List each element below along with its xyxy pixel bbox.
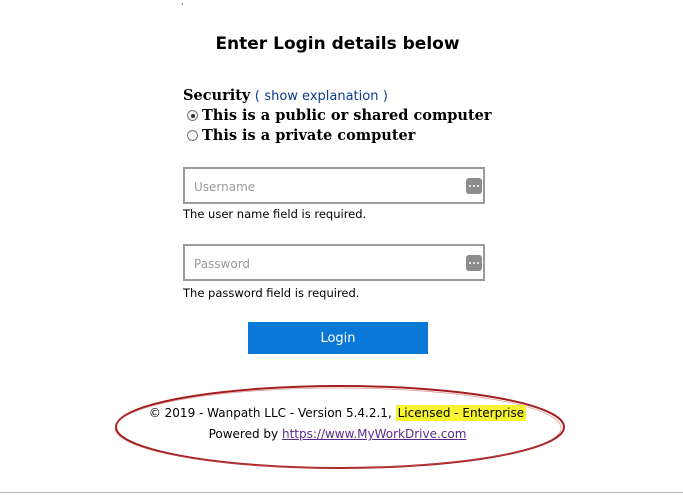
login-button[interactable]: Login (248, 322, 428, 354)
license-badge: Licensed - Enterprise (395, 405, 527, 421)
show-explanation-link[interactable]: show explanation (264, 89, 378, 104)
password-input[interactable] (194, 255, 454, 273)
radio-public-label: This is a public or shared computer (202, 107, 492, 124)
security-label: Security (183, 87, 251, 104)
radio-button-unchecked[interactable] (187, 130, 198, 141)
username-input[interactable] (194, 178, 454, 196)
username-error: The user name field is required. (183, 207, 367, 221)
copyright-text: © 2019 - Wanpath LLC - Version 5.4.2.1, (148, 406, 392, 420)
paren-open: ( (254, 89, 260, 104)
footer-copyright-line: © 2019 - Wanpath LLC - Version 5.4.2.1, … (0, 405, 675, 421)
powered-by-text: Powered by (208, 427, 279, 441)
password-error: The password field is required. (183, 286, 360, 300)
radio-button-checked[interactable] (187, 110, 198, 121)
myworkdrive-link[interactable]: https://www.MyWorkDrive.com (282, 427, 466, 441)
bottom-divider (0, 492, 683, 493)
security-section: Security ( show explanation ) (183, 87, 388, 104)
password-manager-icon[interactable] (466, 178, 482, 194)
footer-powered-line: Powered by https://www.MyWorkDrive.com (0, 427, 675, 441)
paren-close: ) (382, 89, 388, 104)
password-manager-icon[interactable] (466, 255, 482, 271)
radio-private-label: This is a private computer (202, 127, 416, 144)
radio-private-computer[interactable]: This is a private computer (187, 127, 415, 144)
page-title: Enter Login details below (215, 34, 460, 54)
username-field[interactable] (183, 167, 485, 204)
password-field[interactable] (183, 244, 485, 281)
login-page: , Enter Login details below Security ( s… (0, 0, 683, 495)
radio-public-computer[interactable]: This is a public or shared computer (187, 107, 492, 124)
stray-mark: , (181, 0, 184, 6)
